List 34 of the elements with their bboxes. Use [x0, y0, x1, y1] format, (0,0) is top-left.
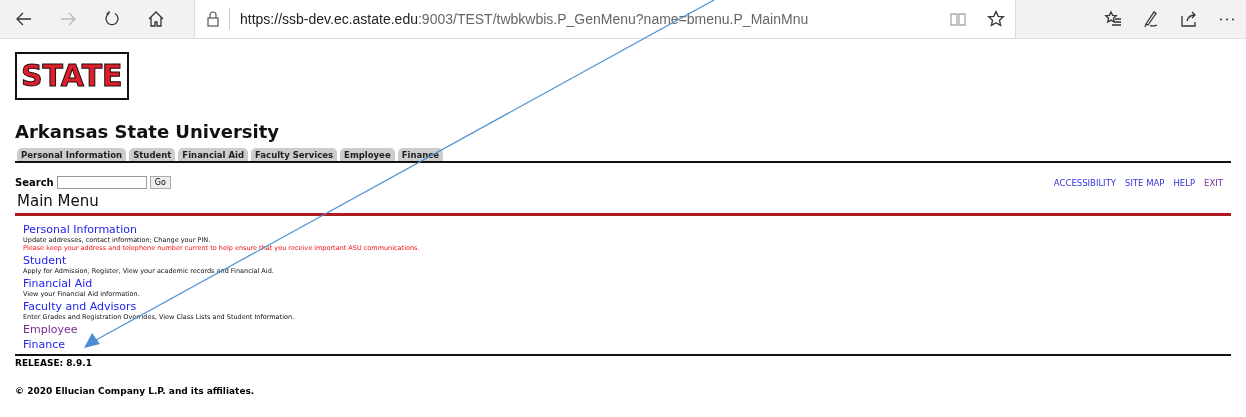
search-field[interactable] [56, 176, 147, 189]
lock-icon [207, 11, 219, 27]
header-link[interactable]: SITE MAP [1125, 177, 1165, 188]
university-title: Arkansas State University [15, 121, 280, 142]
nav-tab[interactable]: Personal Information [17, 148, 127, 161]
refresh-icon [103, 10, 121, 28]
menu-link[interactable]: Finance [23, 338, 66, 351]
nav-tab[interactable]: Employee [340, 148, 395, 161]
search-label: Search [15, 177, 54, 188]
university-logo: STATE [15, 52, 129, 100]
home-icon [147, 10, 165, 28]
go-button[interactable]: Go [149, 176, 171, 189]
header-link[interactable]: HELP [1173, 177, 1196, 188]
header-link[interactable]: EXIT [1204, 177, 1223, 188]
more-icon [1219, 17, 1235, 21]
nav-tab[interactable]: Financial Aid [178, 148, 249, 161]
menu-link[interactable]: Employee [23, 323, 78, 336]
page-heading: Main Menu [17, 192, 100, 210]
forward-arrow-icon [59, 10, 77, 28]
star-list-icon [1104, 10, 1122, 28]
header-link[interactable]: ACCESSIBILITY [1053, 177, 1116, 188]
release-text: RELEASE: 8.9.1 [15, 358, 93, 368]
back-arrow-icon [15, 10, 33, 28]
book-icon [949, 10, 967, 28]
nav-tab[interactable]: Faculty Services [251, 148, 338, 161]
nav-tab[interactable]: Student [129, 148, 176, 161]
pen-icon [1142, 10, 1160, 28]
copyright-text: © 2020 Ellucian Company L.P. and its affiliates. [15, 386, 256, 396]
star-icon [987, 10, 1005, 28]
menu-link[interactable]: Financial Aid [23, 277, 93, 290]
menu-link[interactable]: Faculty and Advisors [23, 300, 137, 313]
menu-link[interactable]: Personal Information [23, 223, 137, 236]
menu-link[interactable]: Student [23, 254, 67, 267]
share-icon [1180, 10, 1198, 28]
